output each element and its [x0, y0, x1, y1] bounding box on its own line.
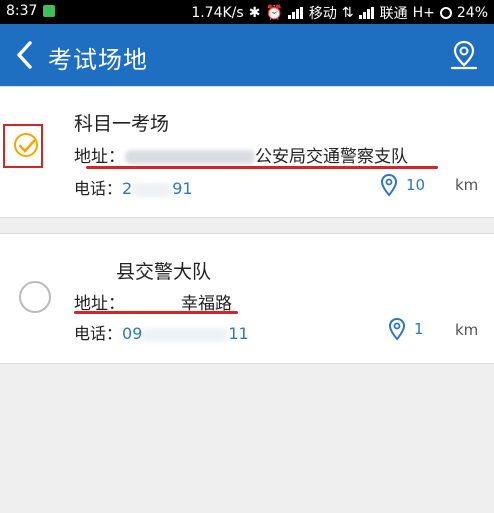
phone-end[interactable]: 91	[172, 179, 192, 198]
annotation-underline	[86, 166, 438, 169]
venue-item[interactable]: 县交警大队 地址： 幸福路 电话：09 11 1 km	[0, 233, 494, 364]
status-bar: 8:37 1.74K/s ✱ ⏰ 移动 ⇅ 联通 H+ 24%	[0, 0, 494, 24]
venue-name: 科目一考场	[74, 113, 170, 135]
carrier-1: 移动	[308, 6, 337, 22]
address-text: 公安局交通警察支队	[255, 147, 408, 167]
battery-level: 24%	[456, 5, 488, 21]
annotation-underline	[74, 311, 238, 314]
venue-distance: 10	[380, 173, 425, 197]
map-button[interactable]	[448, 38, 480, 72]
network-speed: 1.74K/s	[191, 5, 244, 21]
venue-phone: 电话：2 91	[74, 179, 193, 198]
alarm-icon: ⏰	[265, 5, 283, 21]
phone-end[interactable]: 11	[228, 324, 248, 343]
phone-start[interactable]: 09	[122, 324, 142, 343]
check-icon	[19, 139, 35, 153]
location-pin-icon	[380, 173, 398, 197]
redacted-phone	[132, 182, 173, 197]
venue-phone: 电话：09 11	[74, 324, 249, 343]
chevron-left-icon	[17, 41, 32, 69]
battery-icon	[439, 7, 452, 19]
unselected-radio[interactable]	[19, 281, 51, 313]
carrier-2: 联通	[379, 6, 408, 22]
status-time: 8:37	[6, 3, 38, 19]
bluetooth-icon: ✱	[248, 5, 261, 21]
distance-unit: km	[455, 321, 479, 339]
network-type: H+	[412, 5, 435, 21]
venue-name: 县交警大队	[116, 261, 212, 283]
venue-address: 地址： 公安局交通警察支队	[74, 147, 408, 167]
venue-item[interactable]: 科目一考场 地址： 公安局交通警察支队 电话：2 91 10 km	[0, 86, 494, 218]
distance-unit: km	[455, 176, 479, 194]
app-bar: 考试场地	[0, 24, 494, 86]
venue-distance: 1	[388, 317, 424, 341]
notification-icon	[43, 5, 56, 17]
back-button[interactable]	[10, 38, 40, 72]
map-pin-icon	[450, 40, 478, 70]
location-pin-icon	[388, 317, 406, 341]
signal-icon-2	[358, 7, 375, 19]
page-title: 考试场地	[48, 46, 148, 74]
phone-start[interactable]: 2	[122, 179, 132, 198]
signal-icon-1	[287, 7, 304, 19]
selected-check[interactable]	[14, 133, 38, 157]
redacted-address	[125, 150, 255, 164]
redacted-phone	[142, 327, 229, 342]
data-arrows-icon: ⇅	[341, 5, 354, 21]
